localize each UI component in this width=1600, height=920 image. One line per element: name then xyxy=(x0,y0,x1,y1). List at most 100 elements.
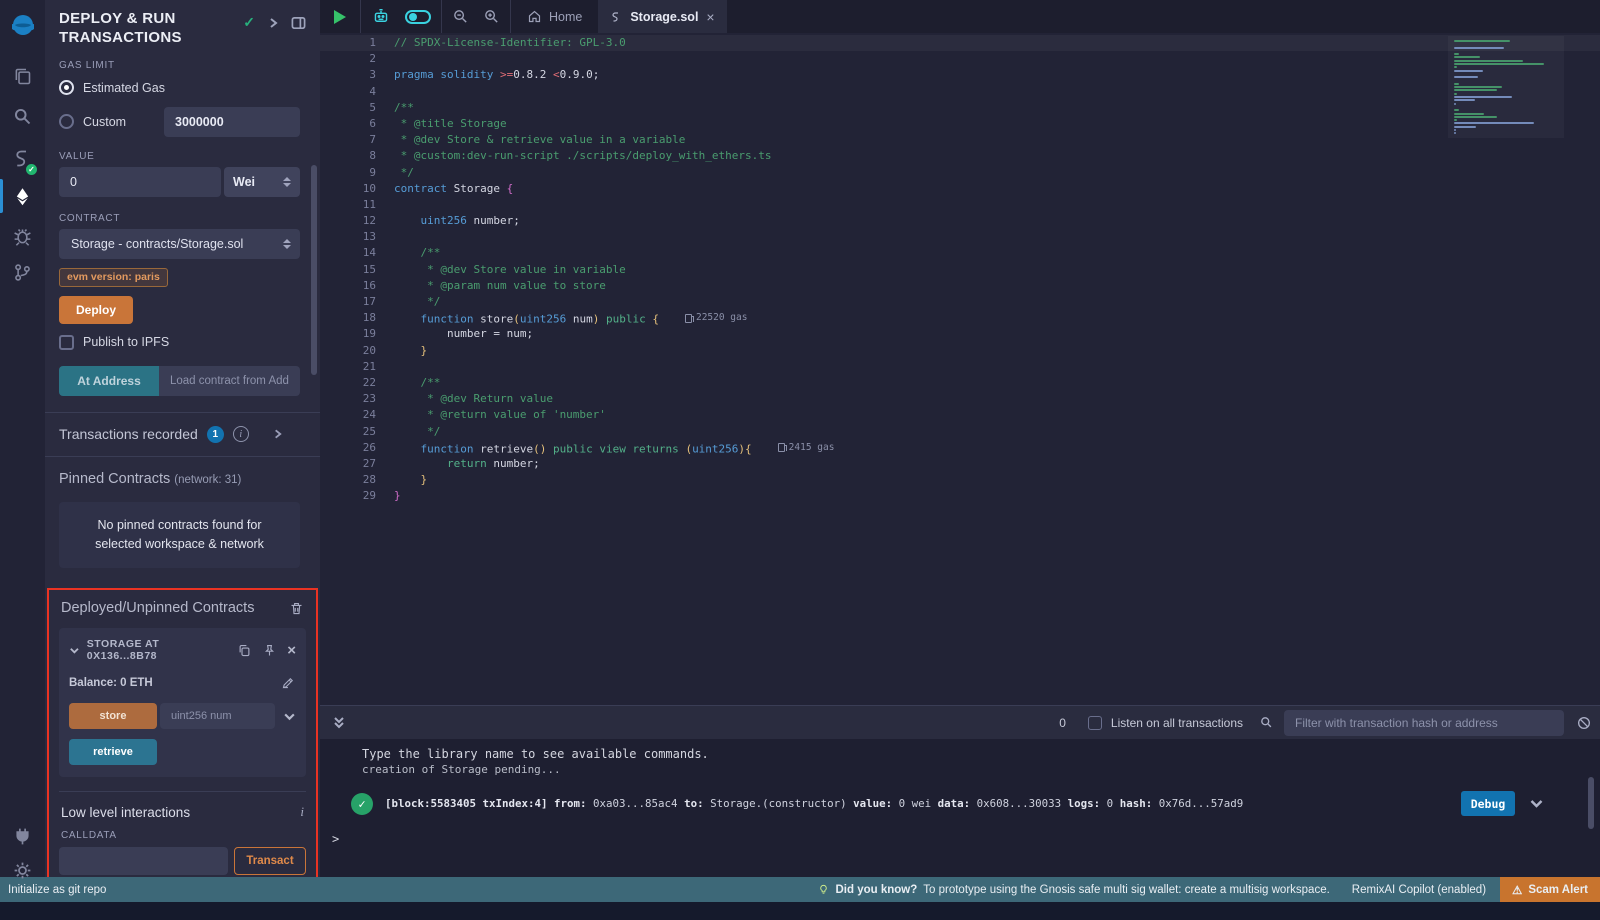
copy-address-icon[interactable] xyxy=(237,643,252,658)
terminal-scrollbar[interactable] xyxy=(1588,777,1594,829)
code-line[interactable]: 7 * @dev Store & retrieve value in a var… xyxy=(320,132,1600,148)
remove-contract-icon[interactable]: × xyxy=(287,643,296,658)
trash-icon[interactable] xyxy=(289,601,304,616)
file-explorer-icon[interactable] xyxy=(0,58,45,94)
code-line[interactable]: 21 xyxy=(320,359,1600,375)
code-editor[interactable]: 1// SPDX-License-Identifier: GPL-3.023pr… xyxy=(320,33,1600,705)
terminal-filter-input[interactable] xyxy=(1284,710,1564,736)
value-unit-label: Wei xyxy=(233,175,255,189)
home-icon xyxy=(527,9,542,24)
debugger-icon[interactable] xyxy=(0,218,45,254)
clear-console-icon[interactable] xyxy=(1576,715,1592,731)
code-line[interactable]: 10contract Storage { xyxy=(320,181,1600,197)
code-line[interactable]: 28 } xyxy=(320,472,1600,488)
panel-scrollbar[interactable] xyxy=(311,165,317,375)
code-line[interactable]: 19 number = num; xyxy=(320,326,1600,342)
tab-home[interactable]: Home xyxy=(511,0,598,33)
code-line[interactable]: 6 * @title Storage xyxy=(320,116,1600,132)
line-number: 19 xyxy=(320,326,376,342)
code-line[interactable]: 1// SPDX-License-Identifier: GPL-3.0 xyxy=(320,35,1600,51)
custom-gas-input[interactable] xyxy=(164,107,300,137)
tab-close-icon[interactable]: × xyxy=(706,9,714,25)
pin-contract-icon[interactable] xyxy=(262,643,277,658)
code-line[interactable]: 2 xyxy=(320,51,1600,67)
code-line[interactable]: 16 * @param num value to store xyxy=(320,278,1600,294)
edit-balance-icon[interactable] xyxy=(281,675,296,690)
zoom-in-icon[interactable] xyxy=(483,8,500,25)
code-line[interactable]: 27 return number; xyxy=(320,456,1600,472)
icon-rail: ✓ xyxy=(0,0,45,877)
code-line[interactable]: 15 * @dev Store value in variable xyxy=(320,262,1600,278)
contract-select-value: Storage - contracts/Storage.sol xyxy=(71,237,243,251)
panel-layout-icon[interactable] xyxy=(291,16,306,30)
transactions-expand-icon[interactable] xyxy=(272,428,283,440)
custom-gas-radio[interactable] xyxy=(59,114,74,129)
settings-gear-icon[interactable] xyxy=(0,852,45,888)
solidity-compiler-icon[interactable]: ✓ xyxy=(0,140,45,176)
deploy-run-icon[interactable] xyxy=(0,178,45,214)
remixai-robot-icon[interactable] xyxy=(371,7,391,26)
terminal-output[interactable]: Type the library name to see available c… xyxy=(320,739,1600,877)
editor-minimap[interactable] xyxy=(1448,36,1564,140)
search-icon[interactable] xyxy=(0,98,45,134)
code-line[interactable]: 24 * @return value of 'number' xyxy=(320,407,1600,423)
panel-expand-icon[interactable] xyxy=(267,17,279,29)
store-expand-icon[interactable] xyxy=(283,710,296,723)
code-line[interactable]: 13 xyxy=(320,229,1600,245)
code-line[interactable]: 11 xyxy=(320,197,1600,213)
git-icon[interactable] xyxy=(0,254,45,290)
listen-all-checkbox[interactable] xyxy=(1088,716,1102,730)
calldata-input[interactable] xyxy=(59,847,228,875)
publish-ipfs-checkbox[interactable] xyxy=(59,335,74,350)
code-line[interactable]: 18 function store(uint256 num) public {2… xyxy=(320,310,1600,326)
minimap-viewport[interactable] xyxy=(1448,36,1564,138)
code-line[interactable]: 26 function retrieve() public view retur… xyxy=(320,440,1600,456)
terminal-search-icon[interactable] xyxy=(1259,715,1274,730)
code-line[interactable]: 20 } xyxy=(320,343,1600,359)
tx-expand-icon[interactable] xyxy=(1529,796,1544,811)
debug-button[interactable]: Debug xyxy=(1461,791,1515,816)
line-number: 4 xyxy=(320,84,376,100)
value-unit-select[interactable]: Wei xyxy=(224,167,300,197)
copilot-status[interactable]: RemixAI Copilot (enabled) xyxy=(1352,884,1486,896)
terminal-prompt[interactable]: > xyxy=(320,816,1600,846)
code-line[interactable]: 12 uint256 number; xyxy=(320,213,1600,229)
code-line[interactable]: 8 * @custom:dev-run-script ./scripts/dep… xyxy=(320,148,1600,164)
tab-storage-sol[interactable]: Storage.sol × xyxy=(598,0,726,33)
code-line[interactable]: 9 */ xyxy=(320,165,1600,181)
code-line[interactable]: 22 /** xyxy=(320,375,1600,391)
at-address-button[interactable]: At Address xyxy=(59,366,159,396)
pinned-empty-state: No pinned contracts found for selected w… xyxy=(59,502,300,569)
contract-select[interactable]: Storage - contracts/Storage.sol xyxy=(59,229,300,259)
store-arg-input[interactable] xyxy=(160,703,275,729)
estimated-gas-radio[interactable] xyxy=(59,80,74,95)
transact-button[interactable]: Transact xyxy=(234,847,306,875)
retrieve-function-button[interactable]: retrieve xyxy=(69,739,157,765)
panel-check-icon: ✓ xyxy=(243,14,255,31)
code-line[interactable]: 23 * @dev Return value xyxy=(320,391,1600,407)
value-input[interactable] xyxy=(59,167,221,197)
transaction-log-row[interactable]: ✓ [block:5583405 txIndex:4] from: 0xa03.… xyxy=(320,791,1600,816)
zoom-out-icon[interactable] xyxy=(452,8,469,25)
code-line[interactable]: 3pragma solidity >=0.8.2 <0.9.0; xyxy=(320,67,1600,83)
code-line[interactable]: 4 xyxy=(320,84,1600,100)
code-line[interactable]: 14 /** xyxy=(320,245,1600,261)
terminal-collapse-icon[interactable] xyxy=(332,715,346,731)
low-level-info-icon[interactable]: i xyxy=(300,804,304,820)
run-script-play-icon[interactable] xyxy=(334,10,346,24)
scam-alert-button[interactable]: ⚠ Scam Alert xyxy=(1500,877,1600,902)
line-number: 16 xyxy=(320,278,376,294)
code-line[interactable]: 17 */ xyxy=(320,294,1600,310)
transactions-info-icon[interactable]: i xyxy=(233,426,249,442)
remix-logo-icon[interactable] xyxy=(0,8,45,46)
code-line[interactable]: 5/** xyxy=(320,100,1600,116)
transactions-recorded-row[interactable]: Transactions recorded 1 i xyxy=(45,413,320,456)
at-address-input[interactable] xyxy=(159,366,300,396)
code-line[interactable]: 25 */ xyxy=(320,424,1600,440)
store-function-button[interactable]: store xyxy=(69,703,157,729)
contract-collapse-icon[interactable] xyxy=(69,645,80,656)
code-line[interactable]: 29} xyxy=(320,488,1600,504)
deploy-button[interactable]: Deploy xyxy=(59,296,133,324)
copilot-toggle[interactable] xyxy=(405,10,431,24)
plugin-manager-icon[interactable] xyxy=(0,818,45,854)
